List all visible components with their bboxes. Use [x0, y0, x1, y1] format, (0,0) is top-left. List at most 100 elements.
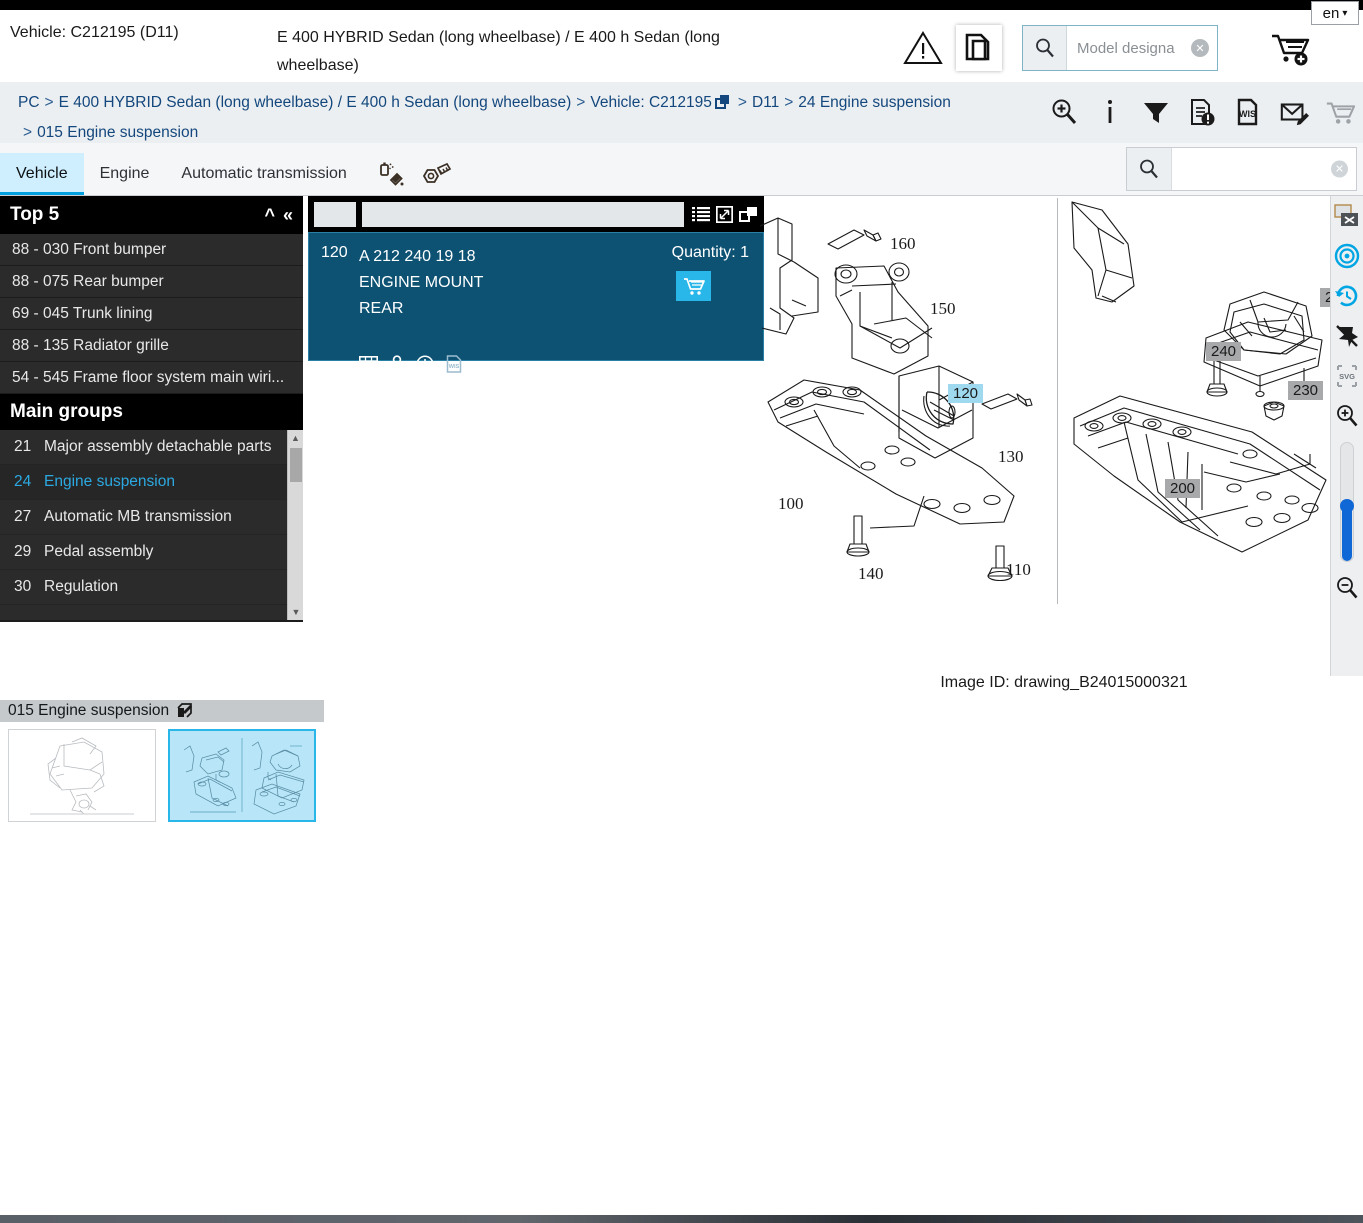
breadcrumb-item-vehicle[interactable]: Vehicle: C212195: [590, 94, 712, 111]
main-groups-list: 21 Major assembly detachable parts 24 En…: [0, 430, 287, 605]
tab-automatic-transmission[interactable]: Automatic transmission: [165, 153, 362, 195]
breadcrumb-item-model[interactable]: E 400 HYBRID Sedan (long wheelbase) / E …: [59, 94, 572, 111]
wis-document-icon[interactable]: WIS: [446, 355, 462, 373]
thumbnail-engine-overview[interactable]: [8, 729, 156, 822]
svg-text:SVG: SVG: [1339, 372, 1355, 381]
vehicle-model-label: E 400 HYBRID Sedan (long wheelbase) / E …: [277, 29, 720, 74]
thumbnail-engine-suspension-detail[interactable]: [168, 729, 316, 822]
callout-100[interactable]: 100: [778, 494, 804, 514]
callout-160[interactable]: 160: [890, 234, 916, 254]
main-groups-scrollbar[interactable]: ▲ ▼: [287, 430, 303, 620]
list-item[interactable]: 88 - 135 Radiator grille: [0, 330, 303, 362]
breadcrumb-item-015[interactable]: 015 Engine suspension: [37, 124, 198, 141]
sidebar-item-30[interactable]: 30 Regulation: [0, 570, 287, 605]
part-detail-panel: 120 A 212 240 19 18 ENGINE MOUNT REAR Qu…: [308, 196, 764, 373]
unpin-icon[interactable]: [1332, 316, 1363, 356]
cart-icon[interactable]: [1325, 96, 1355, 128]
list-item[interactable]: 88 - 075 Rear bumper: [0, 266, 303, 298]
image-id-label: Image ID: drawing_B24015000321: [940, 674, 1188, 691]
breadcrumb-separator: >: [44, 94, 54, 111]
tab-vehicle[interactable]: Vehicle: [0, 153, 84, 195]
part-description-line1: ENGINE MOUNT: [359, 274, 484, 291]
sidebar-item-27[interactable]: 27 Automatic MB transmission: [0, 500, 287, 535]
list-item[interactable]: 69 - 045 Trunk lining: [0, 298, 303, 330]
chevron-up-icon[interactable]: ^: [264, 205, 275, 226]
zoom-out-icon[interactable]: [1332, 568, 1363, 608]
callout-120[interactable]: 120: [948, 384, 984, 403]
vehicle-copy-icon[interactable]: [714, 92, 731, 119]
breadcrumb-item-pc[interactable]: PC: [18, 94, 40, 111]
callout-110[interactable]: 110: [1006, 560, 1031, 580]
app-header: Vehicle: C212195 (D11) E 400 HYBRID Seda…: [0, 10, 1363, 82]
window-footer-bar: [0, 1215, 1363, 1223]
zoom-slider-knob[interactable]: [1340, 499, 1354, 513]
language-selector[interactable]: en ▾: [1311, 1, 1359, 25]
bolt-nut-icon[interactable]: [421, 161, 451, 189]
part-detail-body[interactable]: 120 A 212 240 19 18 ENGINE MOUNT REAR Qu…: [308, 232, 764, 373]
list-item[interactable]: 54 - 545 Frame floor system main wiri...: [0, 362, 303, 394]
callout-240[interactable]: 240: [1206, 342, 1242, 361]
model-designation-search[interactable]: Model designa ✕: [1022, 25, 1218, 71]
target-focus-icon[interactable]: [1332, 236, 1363, 276]
top-black-strip: [0, 0, 1363, 10]
copy-documents-icon[interactable]: [956, 25, 1002, 71]
tab-group: Vehicle Engine Automatic transmission: [0, 143, 451, 195]
warning-triangle-icon[interactable]: [900, 25, 946, 71]
part-panel-header-icons: [692, 205, 758, 223]
svg-export-icon[interactable]: SVG: [1332, 356, 1363, 396]
wis-document-icon[interactable]: WIS: [1233, 96, 1263, 128]
filter-icon[interactable]: [1141, 96, 1171, 128]
zoom-in-search-icon[interactable]: [1049, 96, 1079, 128]
breadcrumb-item-group24[interactable]: 24 Engine suspension: [798, 94, 951, 111]
sidebar-item-21[interactable]: 21 Major assembly detachable parts: [0, 430, 287, 465]
chevron-down-icon: ▾: [1342, 7, 1348, 19]
callout-230[interactable]: 230: [1288, 381, 1324, 400]
svg-text:WIS: WIS: [1239, 109, 1256, 119]
document-alert-icon[interactable]: [1187, 96, 1217, 128]
tab-engine[interactable]: Engine: [84, 153, 166, 195]
sidebar-item-29[interactable]: 29 Pedal assembly: [0, 535, 287, 570]
key-icon[interactable]: [390, 355, 404, 373]
info-circle-icon[interactable]: [416, 355, 434, 373]
double-chevron-left-icon[interactable]: «: [283, 205, 293, 226]
thumbnail-section: 015 Engine suspension: [0, 700, 324, 829]
info-icon[interactable]: [1095, 96, 1125, 128]
group-label: Major assembly detachable parts: [44, 438, 272, 455]
edit-pencil-icon[interactable]: [177, 703, 193, 719]
parts-search-input[interactable]: ✕: [1172, 148, 1356, 190]
breadcrumb-item-d11[interactable]: D11: [752, 94, 779, 111]
part-add-to-cart-button[interactable]: [676, 271, 711, 301]
callout-130[interactable]: 130: [998, 447, 1024, 467]
technical-drawing-area[interactable]: 160 150 120 130 100 140 110 2 240 230 20…: [759, 196, 1363, 696]
group-number: 29: [14, 543, 32, 560]
parts-search-clear-icon[interactable]: ✕: [1331, 160, 1348, 178]
language-value: en: [1322, 4, 1340, 22]
model-search-field[interactable]: Model designa ✕: [1067, 26, 1217, 70]
callout-150[interactable]: 150: [930, 299, 956, 319]
scrollbar-thumb[interactable]: [290, 448, 302, 482]
mail-edit-icon[interactable]: [1279, 96, 1309, 128]
table-grid-icon[interactable]: [359, 355, 378, 373]
scroll-up-arrow-icon[interactable]: ▲: [288, 430, 303, 446]
parts-search-box[interactable]: ✕: [1126, 147, 1357, 191]
breadcrumb: PC > E 400 HYBRID Sedan (long wheelbase) /…: [18, 89, 1018, 146]
scroll-down-arrow-icon[interactable]: ▼: [288, 604, 303, 620]
close-window-icon[interactable]: [1332, 196, 1363, 236]
paint-spray-icon[interactable]: [377, 161, 405, 189]
zoom-slider[interactable]: [1340, 442, 1354, 562]
header-add-to-cart-icon[interactable]: [1268, 25, 1316, 71]
left-navigation-panel: Top 5 ^ « 88 - 030 Front bumper 88 - 075…: [0, 196, 303, 622]
model-search-clear-icon[interactable]: ✕: [1191, 39, 1209, 57]
zoom-in-icon[interactable]: [1332, 396, 1363, 436]
history-reset-icon[interactable]: [1332, 276, 1363, 316]
callout-200[interactable]: 200: [1165, 479, 1201, 498]
svg-text:WIS: WIS: [449, 364, 460, 370]
callout-140[interactable]: 140: [858, 564, 884, 584]
part-panel-header-bar: [362, 201, 684, 227]
sidebar-item-24[interactable]: 24 Engine suspension: [0, 465, 287, 500]
search-icon: [1127, 148, 1172, 190]
list-item[interactable]: 88 - 030 Front bumper: [0, 234, 303, 266]
list-view-icon[interactable]: [692, 206, 710, 222]
expand-fullscreen-icon[interactable]: [716, 205, 733, 223]
duplicate-window-icon[interactable]: [739, 206, 758, 223]
